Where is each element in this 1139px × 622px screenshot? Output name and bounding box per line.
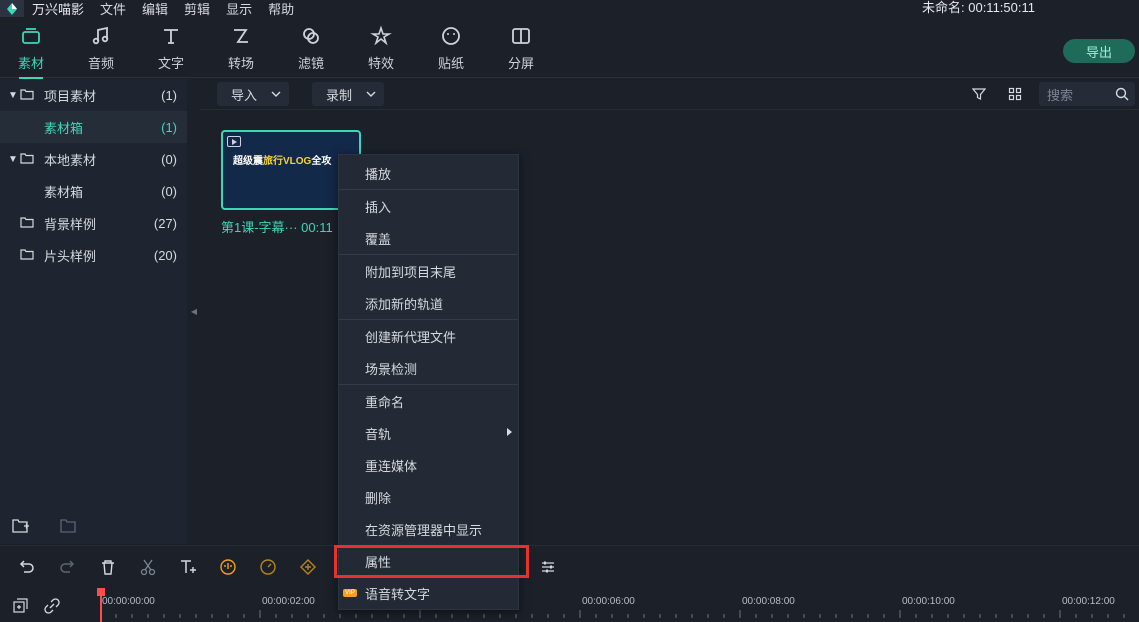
app-logo-icon: [0, 0, 24, 17]
expand-arrow-icon[interactable]: ▼: [8, 154, 18, 165]
delete-icon[interactable]: [99, 558, 117, 576]
menu-item-delete[interactable]: 删除: [339, 481, 518, 513]
menu-item-audio-track[interactable]: 音轨: [339, 417, 518, 449]
tab-filter[interactable]: 滤镜: [281, 25, 341, 75]
media-toolbar: 导入 录制 搜索: [201, 79, 1139, 110]
record-dropdown[interactable]: 录制: [312, 82, 384, 106]
tree-item-background-samples[interactable]: 背景样例 (27): [0, 207, 187, 239]
sticker-icon: [442, 27, 460, 45]
time-label: 00:00:12:00: [1062, 596, 1115, 607]
add-track-icon[interactable]: [12, 598, 28, 614]
text-icon: [164, 29, 178, 44]
redo-icon[interactable]: [58, 558, 76, 576]
clip-label: 第1课-字幕··· 00:11: [221, 220, 333, 235]
ruler-ticks: [100, 610, 1125, 618]
undo-icon[interactable]: [18, 558, 36, 576]
tab-sticker[interactable]: 贴纸: [421, 25, 481, 75]
chevron-down-icon: [366, 91, 376, 97]
add-text-icon[interactable]: [179, 558, 197, 576]
vip-badge: VIP: [343, 589, 357, 597]
main-toolbar: 素材 音频 文字 转场 滤镜 特效 贴纸 分屏 导出: [0, 17, 1139, 79]
tab-audio[interactable]: 音频: [71, 25, 131, 75]
time-label: 00:00:08:00: [742, 596, 795, 607]
time-label: 00:00:06:00: [582, 596, 635, 607]
adjust-sliders-icon[interactable]: [539, 558, 557, 576]
grid-view-icon[interactable]: [1008, 87, 1022, 101]
menu-clip[interactable]: 剪辑: [184, 0, 210, 18]
export-button[interactable]: 导出: [1063, 39, 1135, 63]
remove-folder-icon[interactable]: [60, 518, 78, 534]
tree-item-intro-samples[interactable]: 片头样例 (20): [0, 239, 187, 271]
effects-icon: [370, 25, 392, 46]
time-label: 00:00:02:00: [262, 596, 315, 607]
link-icon[interactable]: [44, 598, 60, 614]
menu-bar: 万兴喵影 文件 编辑 剪辑 显示 帮助 未命名: 00:11:50:11: [0, 0, 1139, 17]
tab-text[interactable]: 文字: [141, 25, 201, 75]
expand-arrow-icon[interactable]: ▼: [8, 90, 18, 101]
folder-icon: [20, 249, 34, 260]
edit-toolbar: [0, 545, 1139, 588]
panel-splitter-handle[interactable]: ◀: [187, 79, 201, 544]
keyframe-icon[interactable]: [299, 558, 317, 576]
context-menu: 播放 插入 覆盖 附加到项目末尾 添加新的轨道 创建新代理文件 场景检测 重命名…: [338, 154, 519, 610]
menu-item-scene-detect[interactable]: 场景检测: [339, 352, 518, 384]
music-note-icon: [92, 26, 109, 45]
app-name: 万兴喵影: [32, 2, 85, 17]
menu-item-add-track[interactable]: 添加新的轨道: [339, 287, 518, 319]
submenu-arrow-icon: [507, 428, 512, 436]
menu-item-play[interactable]: 播放: [339, 157, 518, 189]
tab-transition[interactable]: 转场: [211, 25, 271, 75]
media-icon: [22, 28, 40, 44]
panel-footer: [12, 518, 78, 534]
project-title: 未命名: 00:11:50:11: [922, 0, 1035, 15]
folder-icon: [20, 89, 34, 100]
menu-view[interactable]: 显示: [226, 0, 252, 18]
tab-effects[interactable]: 特效: [351, 25, 411, 75]
folder-icon: [20, 153, 34, 164]
tab-split-screen[interactable]: 分屏: [491, 25, 551, 75]
timeline-ruler[interactable]: 00:00:00:00 00:00:02:00 00:00:06:00 00:0…: [0, 588, 1139, 622]
filter-icon: [303, 28, 319, 44]
highlight-annotation-box: [334, 545, 529, 578]
time-label: 00:00:10:00: [902, 596, 955, 607]
scissors-icon[interactable]: [139, 558, 157, 576]
chevron-down-icon: [271, 91, 281, 97]
tree-item-bin-local[interactable]: 素材箱 (0): [0, 175, 187, 207]
playhead[interactable]: [97, 588, 105, 622]
menu-file[interactable]: 文件: [100, 0, 126, 18]
menu-item-append[interactable]: 附加到项目末尾: [339, 255, 518, 287]
menu-item-relink-media[interactable]: 重连媒体: [339, 449, 518, 481]
folder-icon: [20, 217, 34, 228]
filter-funnel-icon[interactable]: [972, 87, 986, 101]
transition-icon: [234, 29, 248, 43]
video-play-icon: [227, 136, 241, 147]
menu-edit[interactable]: 编辑: [142, 0, 168, 18]
search-icon[interactable]: [1115, 87, 1129, 101]
tree-item-local-media[interactable]: ▼ 本地素材 (0): [0, 143, 187, 175]
menu-item-show-in-explorer[interactable]: 在资源管理器中显示: [339, 513, 518, 545]
tab-media[interactable]: 素材: [1, 25, 61, 79]
media-library-panel: ▼ 项目素材 (1) 素材箱 (1) ▼ 本地素材 (0) 素材箱 (0) 背景…: [0, 79, 187, 544]
speed-icon[interactable]: [259, 558, 277, 576]
menu-item-insert[interactable]: 插入: [339, 190, 518, 222]
clip-caption: 超级震旅行VLOG全攻: [233, 156, 332, 167]
new-folder-icon[interactable]: [12, 518, 30, 534]
import-dropdown[interactable]: 导入: [217, 82, 289, 106]
tree-item-bin-project[interactable]: 素材箱 (1): [0, 111, 187, 143]
menu-item-speech-to-text[interactable]: VIP 语音转文字: [339, 577, 518, 609]
menu-item-overwrite[interactable]: 覆盖: [339, 222, 518, 254]
split-screen-icon: [512, 28, 530, 44]
menu-item-create-proxy[interactable]: 创建新代理文件: [339, 320, 518, 352]
menu-item-rename[interactable]: 重命名: [339, 385, 518, 417]
search-input[interactable]: 搜索: [1039, 82, 1135, 106]
menu-help[interactable]: 帮助: [268, 0, 294, 18]
audio-detach-icon[interactable]: [219, 558, 237, 576]
tree-item-project-media[interactable]: ▼ 项目素材 (1): [0, 79, 187, 111]
time-label: 00:00:00:00: [102, 596, 155, 607]
